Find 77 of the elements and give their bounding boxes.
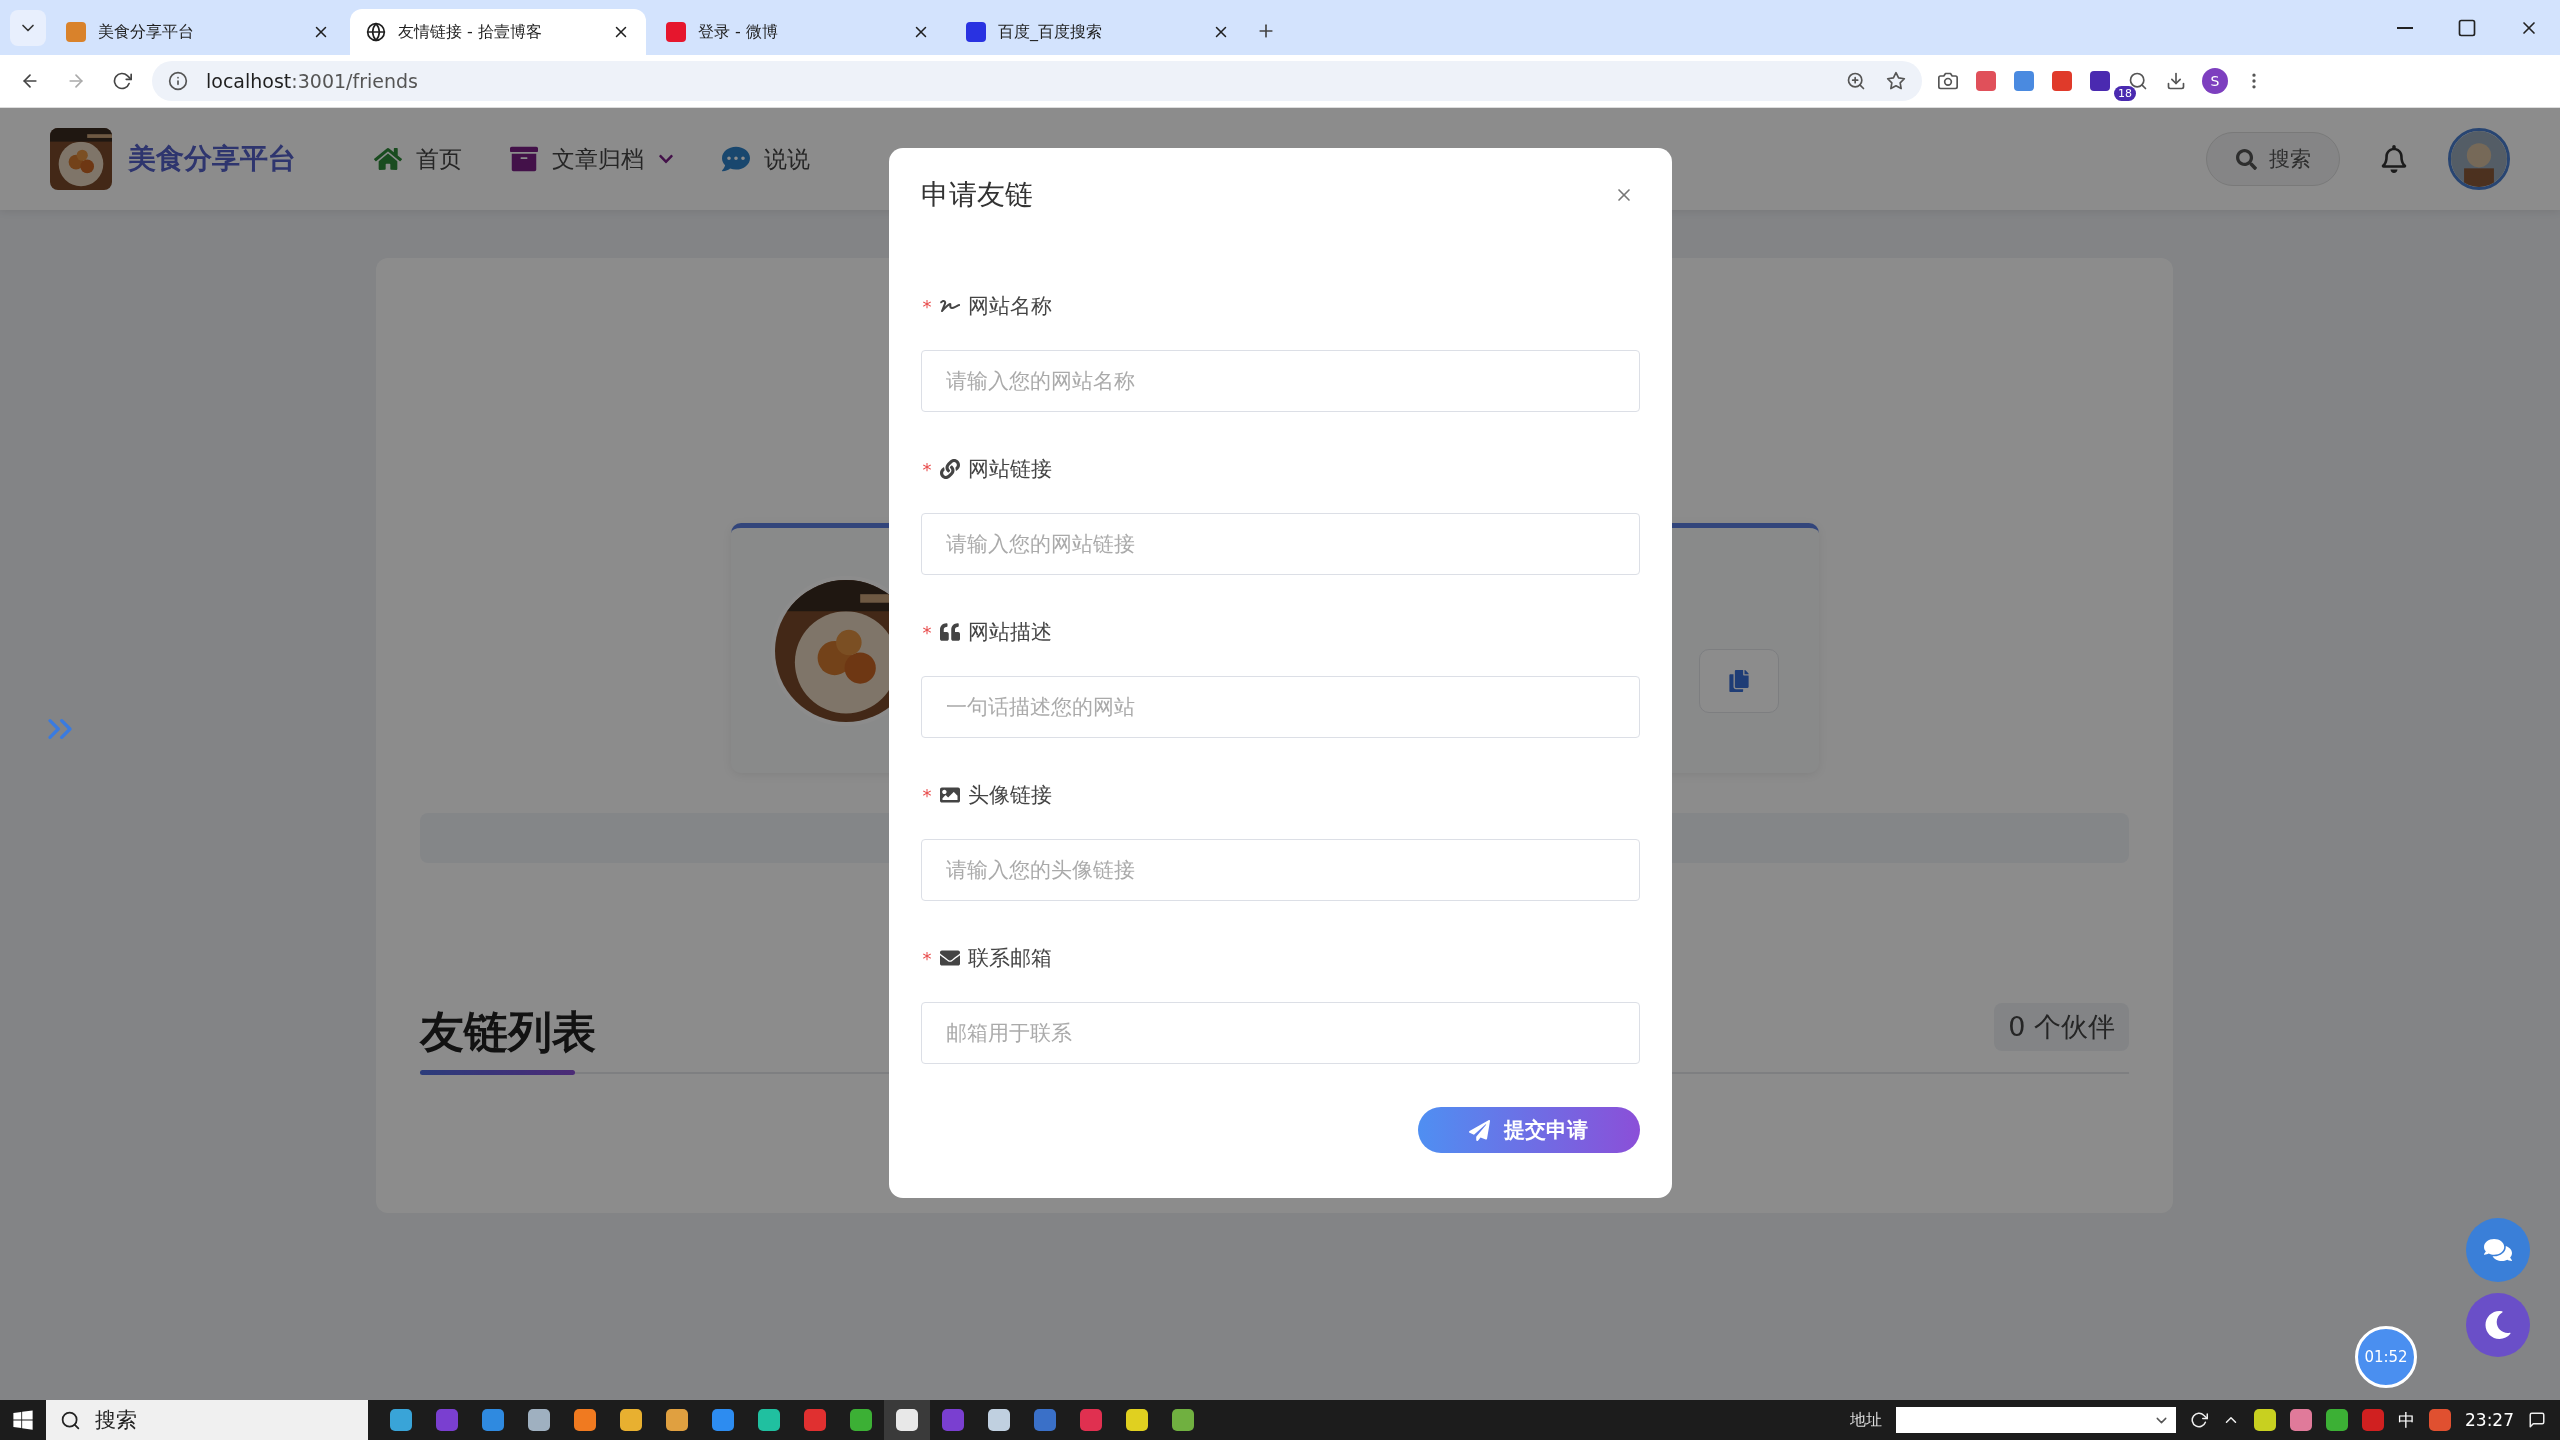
tray-icon[interactable]: [2429, 1409, 2451, 1431]
quote-icon: [939, 622, 960, 642]
profile-avatar[interactable]: S: [2202, 68, 2228, 94]
bell-icon[interactable]: [2380, 145, 2408, 173]
field-label: 网站描述: [967, 619, 1052, 646]
favicon-icon: [66, 22, 86, 42]
url-text: localhost:3001/friends: [206, 70, 419, 92]
chat-icon: [2484, 1236, 2512, 1264]
avatar[interactable]: [2448, 128, 2510, 190]
tray-icon[interactable]: [2290, 1409, 2312, 1431]
notification-icon[interactable]: [2528, 1411, 2546, 1429]
input-field[interactable]: 一句话描述您的网站: [920, 676, 1640, 738]
browser-tab[interactable]: 百度_百度搜索: [950, 9, 1246, 55]
timer-badge: 01:52: [2355, 1326, 2417, 1388]
browser-tab[interactable]: 美食分享平台: [50, 9, 346, 55]
minimize-icon: [2397, 26, 2413, 29]
browser-tab[interactable]: 友情链接 - 拾壹博客: [350, 9, 646, 55]
paper-plane-icon: [1469, 1119, 1490, 1141]
nav-item[interactable]: 文章归档: [510, 143, 674, 175]
required-mark: *: [922, 458, 932, 480]
search-button[interactable]: 搜索: [2206, 132, 2340, 186]
speech-bubble-icon: [722, 145, 750, 173]
tray-icon[interactable]: [2326, 1409, 2348, 1431]
search-icon: [60, 1409, 81, 1431]
tab-title: 美食分享平台: [98, 21, 195, 43]
tab-title: 登录 - 微博: [698, 21, 779, 43]
input-field[interactable]: 请输入您的头像链接: [920, 839, 1640, 901]
reload-icon: [112, 70, 132, 92]
extension-icon[interactable]: [2050, 69, 2074, 93]
submit-button[interactable]: 提交申请: [1417, 1107, 1640, 1153]
required-mark: *: [922, 947, 932, 969]
archive-icon: [510, 145, 538, 173]
globe-icon: [366, 22, 386, 42]
image-icon: [939, 785, 960, 805]
required-mark: *: [922, 621, 932, 643]
home-icon: [374, 145, 402, 173]
browser-tab[interactable]: 登录 - 微博: [650, 9, 946, 55]
search-icon: [2235, 148, 2257, 170]
clock[interactable]: 23:27: [2465, 1410, 2514, 1430]
extension-icon[interactable]: [2090, 71, 2110, 91]
required-mark: *: [922, 784, 932, 806]
address-label: 地址: [1850, 1409, 1882, 1431]
field-label: 网站链接: [967, 456, 1052, 483]
partner-count: 0 个伙伴: [1994, 1003, 2129, 1051]
input-field[interactable]: 请输入您的网站名称: [920, 350, 1640, 412]
app-icon[interactable]: [884, 1400, 930, 1440]
input-method[interactable]: 中: [2398, 1408, 2415, 1432]
extension-icon[interactable]: [1974, 69, 1998, 93]
field-label: 联系邮箱: [967, 945, 1052, 972]
address-bar[interactable]: localhost:3001/friends: [152, 61, 1922, 101]
envelope-icon: [939, 948, 960, 968]
favicon-icon: [966, 22, 986, 42]
required-mark: *: [922, 295, 932, 317]
taskbar-search[interactable]: 搜索: [46, 1400, 368, 1440]
refresh-icon[interactable]: [2190, 1411, 2208, 1429]
field-label: 头像链接: [967, 782, 1052, 809]
favicon-icon: [666, 22, 686, 42]
info-icon[interactable]: [166, 69, 190, 93]
nav-item[interactable]: 首页: [374, 143, 462, 175]
restore-icon: [2457, 17, 2477, 38]
input-field[interactable]: 邮箱用于联系: [920, 1002, 1640, 1064]
address-field[interactable]: [1896, 1407, 2176, 1433]
dialog-title: 申请友链: [920, 177, 1033, 213]
extension-badge: 18: [2114, 86, 2136, 101]
tab-title: 百度_百度搜索: [998, 21, 1103, 43]
link-icon: [939, 459, 960, 479]
extension-icon[interactable]: [2012, 69, 2036, 93]
field-label: 网站名称: [967, 293, 1052, 320]
nav-item[interactable]: 说说: [722, 143, 810, 175]
copy-button[interactable]: [1698, 648, 1779, 713]
section-title: 友链列表: [420, 1005, 596, 1059]
windows-icon: [12, 1409, 34, 1431]
copy-icon: [1727, 669, 1750, 692]
moon-icon: [2484, 1311, 2512, 1339]
tray-icon[interactable]: [2254, 1409, 2276, 1431]
tab-title: 友情链接 - 拾壹博客: [398, 21, 543, 43]
input-field[interactable]: 请输入您的网站链接: [920, 513, 1640, 575]
